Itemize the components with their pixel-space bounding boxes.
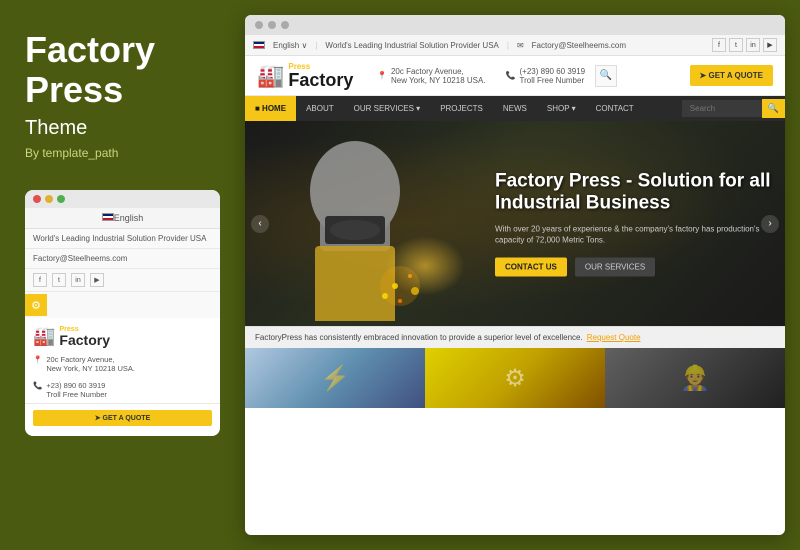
site-logo-icon: 🏭	[257, 63, 284, 89]
mobile-phone: 📞 +23) 890 60 3919 Troll Free Number	[25, 377, 220, 404]
mobile-address-text: 20c Factory Avenue, New York, NY 10218 U…	[46, 355, 135, 373]
mobile-cta-button[interactable]: ➤ GET A QUOTE	[33, 410, 212, 426]
browser-minimize-dot	[268, 21, 276, 29]
theme-title: Factory Press	[25, 30, 220, 109]
header-phone: 📞 (+23) 890 60 3919 Troll Free Number	[506, 67, 586, 85]
thumbnail-row: ⚡ ⚙ 👷	[245, 348, 785, 408]
address-pin-icon: 📍	[377, 71, 387, 80]
mobile-linkedin-icon[interactable]: in	[71, 273, 85, 287]
hero-section: Factory Press - Solution for all Industr…	[245, 121, 785, 326]
hero-title: Factory Press - Solution for all Industr…	[495, 170, 775, 216]
hero-next-arrow[interactable]: ›	[761, 215, 779, 233]
site-logo-text: Press Factory	[288, 62, 353, 89]
thumbnail-1: ⚡	[245, 348, 425, 408]
flag-uk-icon	[102, 213, 114, 221]
mobile-gear-row: ⚙	[25, 292, 220, 318]
sparks-effect	[385, 236, 465, 296]
nav-about[interactable]: ABOUT	[296, 96, 344, 121]
browser-chrome	[245, 15, 785, 35]
mobile-chrome-dots	[25, 190, 220, 208]
header-address: 📍 20c Factory Avenue, New York, NY 10218…	[377, 67, 486, 85]
mobile-tagline: World's Leading Industrial Solution Prov…	[33, 234, 206, 243]
industrial-icon: ⚙	[504, 364, 526, 393]
browser-preview: English ∨ | World's Leading Industrial S…	[245, 15, 785, 535]
wind-turbine-icon: ⚡	[320, 364, 350, 393]
header-phone-text: (+23) 890 60 3919 Troll Free Number	[520, 67, 586, 85]
mobile-logo-factory: Factory	[59, 333, 110, 347]
mobile-email: Factory@Steelheems.com	[33, 254, 127, 263]
site-top-bar: English ∨ | World's Leading Industrial S…	[245, 35, 785, 56]
mobile-facebook-icon[interactable]: f	[33, 273, 47, 287]
phone-icon-header: 📞	[506, 71, 516, 80]
nav-search-button[interactable]: 🔍	[762, 99, 785, 118]
bottom-bar: FactoryPress has consistently embraced i…	[245, 326, 785, 348]
site-email: Factory@Steelheems.com	[532, 41, 626, 50]
request-quote-link[interactable]: Request Quote	[587, 333, 641, 342]
mobile-logo-area: 🏭 Press Factory	[25, 318, 220, 351]
mobile-social-row: f t in ▶	[25, 269, 220, 292]
mobile-info-bar: World's Leading Industrial Solution Prov…	[25, 229, 220, 249]
maximize-dot	[57, 195, 65, 203]
our-services-button[interactable]: OUR SERVICES	[575, 258, 655, 277]
nav-shop[interactable]: SHOP ▾	[537, 96, 586, 121]
minimize-dot	[45, 195, 53, 203]
mobile-email-bar: Factory@Steelheems.com	[25, 249, 220, 269]
mobile-twitter-icon[interactable]: t	[52, 273, 66, 287]
site-flag-icon	[253, 41, 265, 49]
bottom-bar-text: FactoryPress has consistently embraced i…	[255, 333, 583, 342]
site-nav: ■ HOME ABOUT OUR SERVICES ▾ PROJECTS NEW…	[245, 96, 785, 121]
browser-close-dot	[255, 21, 263, 29]
theme-subtitle: Theme	[25, 117, 220, 140]
nav-news[interactable]: NEWS	[493, 96, 537, 121]
nav-services[interactable]: OUR SERVICES ▾	[344, 96, 431, 121]
site-tagline: World's Leading Industrial Solution Prov…	[325, 41, 498, 50]
hero-content: Factory Press - Solution for all Industr…	[495, 170, 775, 277]
site-twitter-icon[interactable]: t	[729, 38, 743, 52]
gear-button[interactable]: ⚙	[25, 294, 47, 316]
thumbnail-2: ⚙	[425, 348, 605, 408]
get-quote-button[interactable]: ➤ GET A QUOTE	[690, 65, 773, 86]
header-search-icon[interactable]: 🔍	[595, 65, 617, 87]
site-social-row: f t in ▶	[712, 38, 777, 52]
site-header: 🏭 Press Factory 📍 20c Factory Avenue, Ne…	[245, 56, 785, 96]
hero-buttons: CONTACT US OUR SERVICES	[495, 258, 775, 277]
mobile-language[interactable]: English	[114, 213, 144, 223]
nav-search-area: 🔍	[682, 99, 785, 118]
contact-us-button[interactable]: CONTACT US	[495, 258, 567, 277]
close-dot	[33, 195, 41, 203]
mobile-top-bar: English	[25, 208, 220, 229]
hero-prev-arrow[interactable]: ‹	[251, 215, 269, 233]
mobile-phone-text: +23) 890 60 3919 Troll Free Number	[46, 381, 107, 399]
nav-search-input[interactable]	[682, 100, 762, 117]
worker-helmet-icon: 👷	[680, 364, 710, 393]
site-facebook-icon[interactable]: f	[712, 38, 726, 52]
location-icon: 📍	[33, 355, 42, 364]
phone-icon: 📞	[33, 381, 42, 390]
site-linkedin-icon[interactable]: in	[746, 38, 760, 52]
left-panel: Factory Press Theme By template_path Eng…	[0, 0, 240, 550]
site-language[interactable]: English ∨	[273, 41, 307, 50]
nav-projects[interactable]: PROJECTS	[430, 96, 493, 121]
hero-description: With over 20 years of experience & the c…	[495, 224, 775, 246]
mobile-youtube-icon[interactable]: ▶	[90, 273, 104, 287]
logo-factory-text: Factory	[288, 71, 353, 89]
mobile-logo-text: Press Factory	[59, 326, 110, 347]
mobile-address: 📍 20c Factory Avenue, New York, NY 10218…	[25, 351, 220, 377]
mobile-preview-card: English World's Leading Industrial Solut…	[25, 190, 220, 436]
author-label: By template_path	[25, 146, 220, 160]
browser-maximize-dot	[281, 21, 289, 29]
site-logo: 🏭 Press Factory	[257, 62, 367, 89]
nav-contact[interactable]: CONTACT	[586, 96, 644, 121]
site-youtube-icon[interactable]: ▶	[763, 38, 777, 52]
thumbnail-3: 👷	[605, 348, 785, 408]
header-address-text: 20c Factory Avenue, New York, NY 10218 U…	[391, 67, 486, 85]
mobile-logo-icon: 🏭	[33, 326, 55, 347]
nav-home[interactable]: ■ HOME	[245, 96, 296, 121]
